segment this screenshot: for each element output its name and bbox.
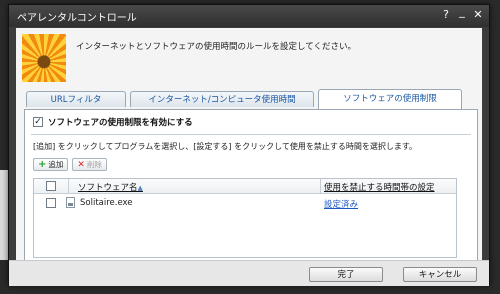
toolbar: + 追加 ✕ 削除: [33, 158, 107, 171]
scrollbar[interactable]: [483, 28, 489, 260]
instruction-text: [追加] をクリックしてプログラムを選択し、[設定する] をクリックして使用を禁…: [33, 142, 418, 151]
delete-button-label: 削除: [86, 160, 102, 169]
close-button[interactable]: ✕: [471, 8, 485, 21]
dialog-footer: 完了 キャンセル: [9, 260, 489, 286]
minimize-button[interactable]: _: [455, 5, 469, 18]
time-setting-link[interactable]: 設定済み: [324, 198, 358, 210]
title-bar: ペアレンタルコントロール ? _ ✕: [9, 5, 489, 27]
column-header-software-name[interactable]: ソフトウェア名▲: [78, 181, 143, 193]
tab-bar: URLフィルタ インターネット/コンピュータ使用時間 ソフトウェアの使用制限: [26, 89, 476, 109]
tab-software-restriction[interactable]: ソフトウェアの使用制限: [318, 89, 462, 109]
delete-x-icon: ✕: [77, 159, 85, 170]
software-table: ソフトウェア名▲ 使用を禁止する時間帯の設定 Solitaire.exe 設定済…: [33, 178, 457, 258]
divider: [31, 134, 471, 135]
column-separator: [68, 179, 69, 193]
software-restriction-panel: ✓ ソフトウェアの使用制限を有効にする [追加] をクリックしてプログラムを選択…: [24, 109, 478, 260]
tab-url-filter[interactable]: URLフィルタ: [26, 91, 126, 107]
enable-restriction-label: ソフトウェアの使用制限を有効にする: [48, 118, 193, 128]
delete-button[interactable]: ✕ 削除: [72, 158, 107, 171]
window-title: ペアレンタルコントロール: [17, 13, 137, 24]
done-button[interactable]: 完了: [309, 267, 383, 282]
cancel-button[interactable]: キャンセル: [403, 267, 477, 282]
parental-control-dialog: ペアレンタルコントロール ? _ ✕ インターネットとソフトウェアの使用時間のル…: [8, 4, 490, 286]
software-name-cell: Solitaire.exe: [80, 198, 133, 208]
table-row[interactable]: Solitaire.exe 設定済み: [34, 195, 456, 211]
column-header-time-setting[interactable]: 使用を禁止する時間帯の設定: [324, 181, 435, 193]
intro-text: インターネットとソフトウェアの使用時間のルールを設定してください。: [76, 42, 356, 52]
select-all-checkbox[interactable]: [46, 181, 56, 191]
flower-image: [22, 34, 66, 82]
table-header: ソフトウェア名▲ 使用を禁止する時間帯の設定: [34, 179, 456, 194]
sort-ascending-icon: ▲: [137, 184, 143, 192]
enable-restriction-checkbox[interactable]: ✓: [33, 117, 43, 127]
add-button[interactable]: + 追加: [33, 158, 69, 171]
enable-restriction-option[interactable]: ✓ ソフトウェアの使用制限を有効にする: [33, 116, 193, 128]
tab-internet-computer-time[interactable]: インターネット/コンピュータ使用時間: [130, 91, 314, 107]
row-checkbox[interactable]: [46, 198, 56, 208]
exe-file-icon: [66, 197, 75, 208]
plus-icon: +: [38, 159, 47, 170]
dialog-content: インターネットとソフトウェアの使用時間のルールを設定してください。 URLフィル…: [16, 28, 482, 260]
column-separator: [320, 179, 321, 193]
help-button[interactable]: ?: [439, 8, 453, 21]
add-button-label: 追加: [48, 160, 64, 169]
